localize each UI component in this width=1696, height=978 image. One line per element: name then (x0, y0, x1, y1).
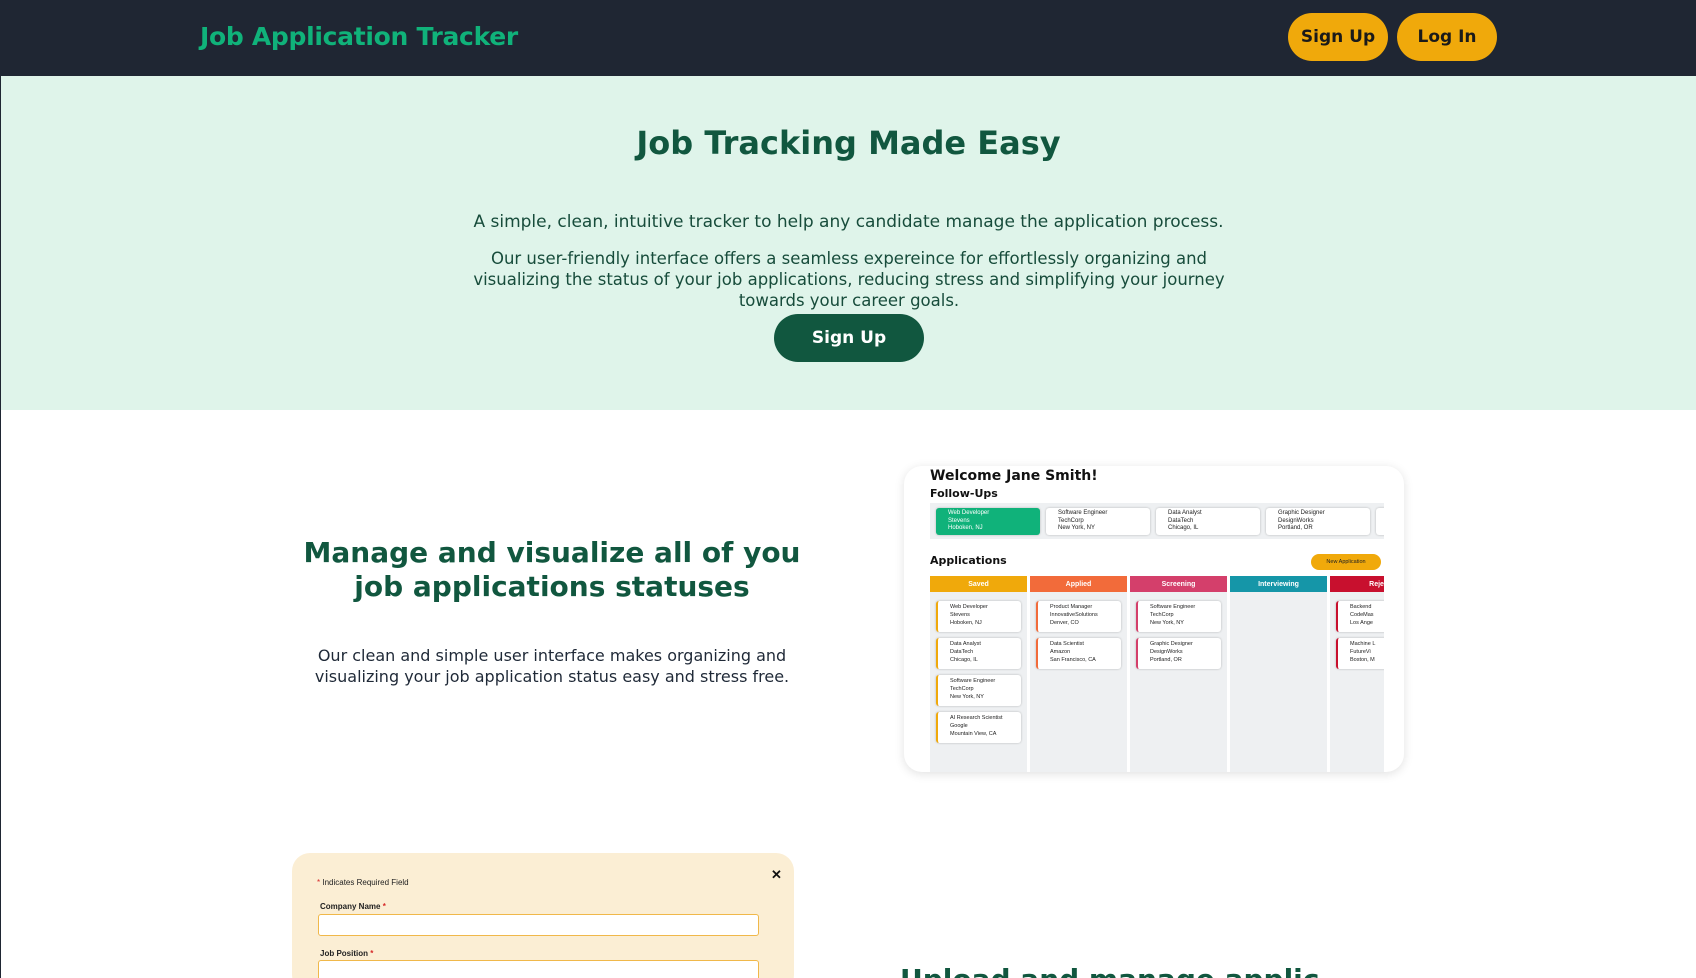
application-card-company: Google (950, 722, 968, 729)
followup-card-company: DesignWorks (1278, 517, 1314, 524)
application-card-company: FutureVi (1350, 648, 1371, 655)
header-signup-button[interactable]: Sign Up (1288, 13, 1388, 61)
followup-card-location: New York, NY (1058, 525, 1096, 531)
application-card-title: Web Developer (950, 604, 988, 610)
application-card-location: New York, NY (950, 693, 984, 700)
application-card-company: TechCorp (1150, 611, 1174, 618)
feature-title: Manage and visualize all of you job appl… (303, 536, 801, 603)
application-card-location: Chicago, IL (950, 656, 978, 663)
kanban-column: Applied Product Manager InnovativeSolution… (1030, 576, 1127, 772)
dashboard-preview-image: Welcome Jane Smith! Follow-Ups Web Devel… (904, 466, 1404, 772)
kanban-column-header: Screening (1130, 576, 1227, 592)
application-card-company: Stevens (950, 611, 970, 618)
followup-card: Web Developer Stevens Hoboken, NJ (936, 508, 1040, 535)
application-card-location: Denver, CO (1050, 619, 1079, 626)
feature-text: Our clean and simple user interface make… (314, 646, 790, 686)
application-card-location: San Francisco, CA (1050, 656, 1096, 663)
brand-logo[interactable]: Job Application Tracker (200, 22, 518, 51)
application-card-title: Backend (1350, 604, 1372, 610)
application-card: Software Engineer TechCorp New York, NY (936, 675, 1021, 706)
application-card: Product Manager InnovativeSolutions Denver… (1036, 601, 1121, 632)
company-name-input (318, 914, 759, 936)
application-card-title: Graphic Designer (1150, 641, 1193, 647)
feature2-title: Upload and manage applic (900, 963, 1319, 978)
hero-title: Job Tracking Made Easy (636, 124, 1061, 162)
hero-subtitle: A simple, clean, intuitive tracker to he… (473, 212, 1224, 232)
application-card-company: Amazon (1050, 648, 1071, 655)
kanban-column-header: Rejec (1330, 576, 1384, 592)
kanban-column: Saved Web Developer Stevens Hoboken, NJ Data… (930, 576, 1027, 772)
kanban-column-header: Applied (1030, 576, 1127, 592)
kanban-column-header: Interviewing (1230, 576, 1327, 592)
application-card: Data Analyst DataTech Chicago, IL (936, 638, 1021, 669)
application-card-location: Boston, M (1350, 656, 1375, 663)
followup-card: Data Analyst DataTech Chicago, IL (1156, 508, 1260, 535)
followup-card-title: Data Analyst (1168, 510, 1202, 516)
hero-description: Our user-friendly interface offers a sea… (473, 249, 1225, 310)
hero-signup-button[interactable]: Sign Up (774, 314, 924, 362)
application-card-location: Los Ange (1350, 619, 1373, 626)
followup-card: Software Engineer TechCorp New York, NY (1046, 508, 1150, 535)
header-login-button[interactable]: Log In (1397, 13, 1497, 61)
application-card-location: Hoboken, NJ (950, 619, 982, 626)
kanban-column: Screening Software Engineer TechCorp New Yo… (1130, 576, 1227, 772)
application-card-company: TechCorp (950, 685, 974, 692)
company-name-label: Company Name * (320, 902, 386, 911)
job-position-label: Job Position * (320, 949, 374, 958)
followup-card-title: Graphic Designer (1278, 510, 1325, 516)
application-card-location: New York, NY (1150, 619, 1184, 626)
application-card-title: Machine L (1350, 641, 1376, 647)
followup-card-location: Chicago, IL (1168, 525, 1199, 531)
application-card-title: Data Analyst (950, 641, 981, 647)
application-card: Data Scientist Amazon San Francisco, CA (1036, 638, 1121, 669)
form-preview-image: * Indicates Required Field ✕ Company Nam… (292, 853, 794, 978)
application-card: AI Research Scientist Google Mountain View… (936, 712, 1021, 743)
followup-card-partial (1376, 508, 1384, 535)
preview-applications-title: Applications (930, 554, 1007, 567)
application-card-title: Software Engineer (1150, 604, 1196, 610)
preview-new-application-button: New Application (1311, 554, 1381, 570)
followup-card-company: TechCorp (1058, 517, 1084, 524)
application-card: Machine L FutureVi Boston, M (1336, 638, 1384, 669)
followup-card-company: Stevens (948, 517, 970, 524)
job-position-input (318, 960, 759, 978)
close-icon: ✕ (771, 867, 782, 882)
application-card-title: Data Scientist (1050, 641, 1084, 647)
required-note: * Indicates Required Field (317, 878, 409, 887)
followup-card-title: Software Engineer (1058, 510, 1108, 516)
application-card: Graphic Designer DesignWorks Portland, OR (1136, 638, 1221, 669)
followup-card-location: Hoboken, NJ (948, 525, 983, 531)
followup-card-company: DataTech (1168, 517, 1194, 524)
application-card: Backend CodeMas Los Ange (1336, 601, 1384, 632)
preview-welcome: Welcome Jane Smith! (930, 468, 1098, 484)
top-navbar: Job Application Tracker Sign Up Log In (0, 0, 1696, 76)
application-card-company: InnovativeSolutions (1050, 611, 1098, 618)
application-card-title: Software Engineer (950, 678, 996, 684)
application-card-company: CodeMas (1350, 611, 1374, 618)
kanban-column-header: Saved (930, 576, 1027, 592)
kanban-column: Rejec BackendCodeMasLos Ange Machine LFutu… (1330, 576, 1384, 772)
followup-card-location: Portland, OR (1278, 525, 1313, 531)
kanban-column: Interviewing (1230, 576, 1327, 772)
preview-followups-title: Follow-Ups (930, 487, 998, 500)
application-card-company: DesignWorks (1150, 648, 1183, 655)
application-card-location: Portland, OR (1150, 656, 1182, 663)
followup-card-title: Web Developer (948, 510, 990, 516)
application-card-company: DataTech (950, 648, 974, 655)
application-card-title: AI Research Scientist (950, 715, 1003, 721)
preview-followups-strip: Web Developer Stevens Hoboken, NJ Software … (930, 503, 1384, 539)
hero-section: Job Tracking Made Easy A simple, clean, … (1, 76, 1696, 410)
application-card: Software Engineer TechCorp New York, NY (1136, 601, 1221, 632)
application-card-location: Mountain View, CA (950, 730, 997, 737)
application-card: Web Developer Stevens Hoboken, NJ (936, 601, 1021, 632)
followup-card: Graphic Designer DesignWorks Portland, OR (1266, 508, 1370, 535)
application-card-title: Product Manager (1050, 604, 1093, 610)
